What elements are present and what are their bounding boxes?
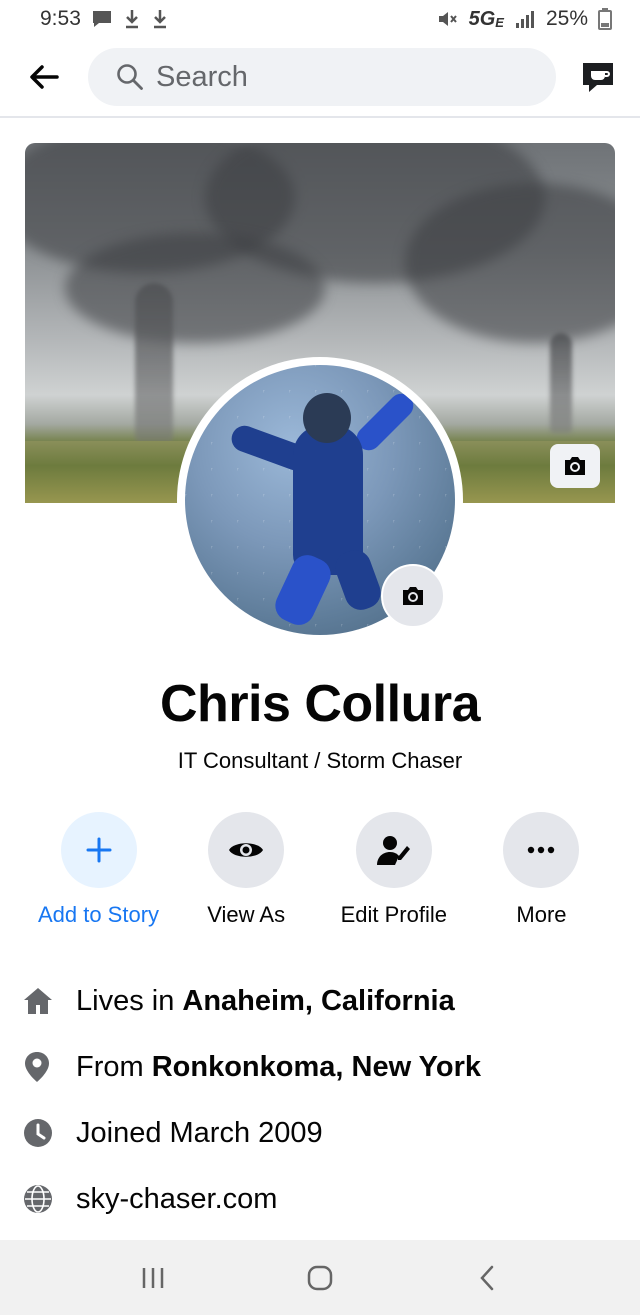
- lives-in-prefix: Lives in: [76, 984, 183, 1017]
- profile-actions: Add to Story View As Edit Profile More: [25, 812, 615, 928]
- camera-icon: [403, 587, 423, 605]
- profile-name: Chris Collura: [160, 675, 481, 733]
- network-suffix: E: [495, 14, 504, 30]
- joined-text: Joined March 2009: [76, 1116, 323, 1149]
- home-circle-icon: [307, 1265, 333, 1290]
- intro-joined: Joined March 2009: [22, 1100, 622, 1166]
- edit-profile-picture-button[interactable]: [381, 564, 445, 628]
- more-button[interactable]: More: [468, 812, 615, 928]
- back-button[interactable]: [0, 37, 88, 117]
- battery-icon: [598, 8, 612, 30]
- search-input[interactable]: Search: [88, 48, 556, 106]
- more-dots-icon: [528, 846, 555, 854]
- view-as-button[interactable]: View As: [173, 812, 320, 928]
- messenger-button[interactable]: [556, 37, 640, 117]
- download-notification-icon-2: [153, 10, 166, 29]
- intro-from[interactable]: From Ronkonkoma, New York: [22, 1034, 622, 1100]
- search-icon: [117, 64, 143, 90]
- edit-profile-button[interactable]: Edit Profile: [320, 812, 467, 928]
- system-back-button[interactable]: [447, 1248, 527, 1308]
- recent-apps-icon: [143, 1267, 164, 1288]
- globe-icon: [24, 1185, 52, 1213]
- top-bar: Search: [0, 38, 640, 118]
- plus-icon: [86, 837, 111, 863]
- camera-icon: [565, 457, 585, 475]
- edit-cover-button[interactable]: [550, 444, 600, 488]
- status-bar: 9:53 5G E 25%: [0, 0, 640, 38]
- edit-profile-icon: [376, 836, 410, 865]
- edit-profile-label: Edit Profile: [340, 902, 447, 927]
- intro-lives-in[interactable]: Lives in Anaheim, California: [22, 968, 622, 1034]
- home-button[interactable]: [280, 1248, 360, 1308]
- search-placeholder: Search: [156, 60, 248, 93]
- chevron-left-icon: [479, 1265, 493, 1290]
- from-prefix: From: [76, 1050, 152, 1083]
- message-notification-icon: [92, 11, 111, 27]
- home-icon: [24, 988, 52, 1014]
- view-as-label: View As: [207, 902, 286, 927]
- lives-in-place[interactable]: Anaheim, California: [182, 985, 454, 1017]
- eye-icon: [229, 843, 264, 857]
- from-place[interactable]: Ronkonkoma, New York: [152, 1051, 481, 1083]
- location-pin-icon: [25, 1052, 49, 1082]
- signal-icon: [515, 11, 534, 28]
- intro-section: Lives in Anaheim, California From Ronkon…: [22, 968, 622, 1232]
- mute-icon: [438, 12, 457, 26]
- network-type: 5G: [468, 7, 496, 30]
- website-link[interactable]: sky-chaser.com: [76, 1183, 277, 1216]
- battery-percent: 25%: [545, 7, 588, 30]
- more-label: More: [516, 902, 567, 927]
- back-arrow-icon: [30, 65, 59, 89]
- recent-apps-button[interactable]: [113, 1248, 193, 1308]
- add-to-story-label: Add to Story: [37, 902, 160, 927]
- system-nav-bar: [0, 1240, 640, 1315]
- messenger-icon: [583, 63, 613, 92]
- clock-icon: [24, 1119, 52, 1147]
- profile-bio: IT Consultant / Storm Chaser: [177, 748, 463, 773]
- add-to-story-button[interactable]: Add to Story: [25, 812, 172, 928]
- download-notification-icon: [125, 10, 138, 29]
- status-time: 9:53: [40, 7, 81, 30]
- intro-website[interactable]: sky-chaser.com: [22, 1166, 622, 1232]
